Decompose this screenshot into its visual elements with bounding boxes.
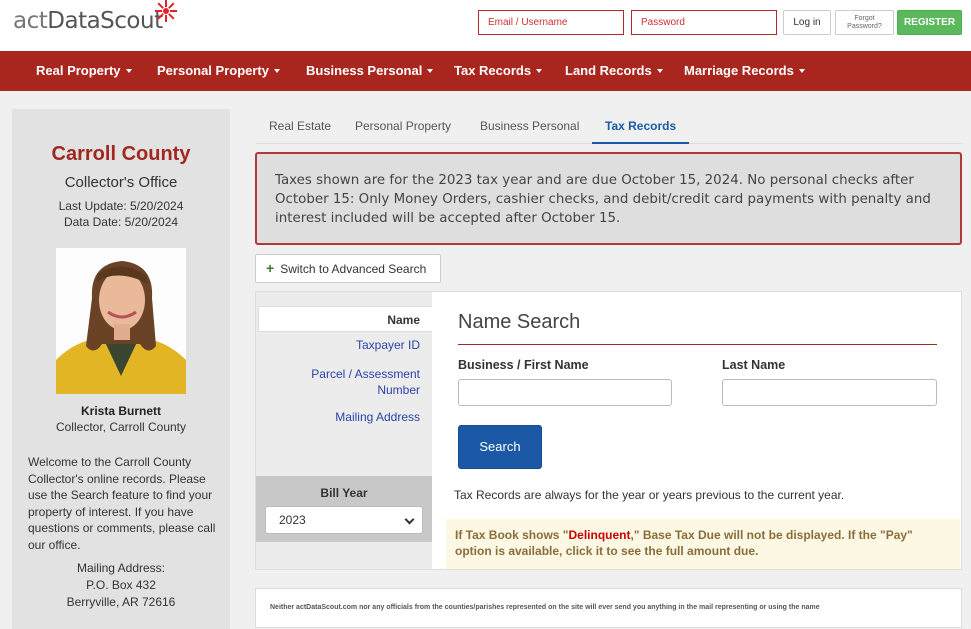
tab-tax-records[interactable]: Tax Records	[592, 111, 690, 144]
collector-name: Krista Burnett	[80, 404, 161, 418]
mailing-address-label: Mailing Address:	[76, 561, 166, 575]
caret-down-icon	[536, 69, 543, 73]
register-button[interactable]: REGISTER	[897, 10, 962, 35]
login-button[interactable]: Log in	[783, 10, 831, 35]
data-date: Data Date: 5/20/2024	[63, 215, 179, 229]
tab-business-personal[interactable]: Business Personal	[467, 111, 592, 144]
plus-icon: +	[266, 260, 275, 276]
welcome-text: Welcome to the Carroll County Collector'…	[28, 455, 216, 552]
mailing-po-box: P.O. Box 432	[86, 578, 156, 592]
search-panel: Name Taxpayer ID Parcel / Assessment Num…	[255, 291, 962, 570]
nav-land-records[interactable]: Land Records	[565, 51, 663, 91]
first-name-input[interactable]	[458, 379, 672, 406]
office-name: Collector's Office	[64, 174, 178, 191]
advanced-search-button[interactable]: + Switch to Advanced Search	[255, 254, 441, 283]
email-username-input[interactable]: Email / Username	[478, 10, 624, 35]
county-sidebar: Carroll County Collector's Office Last U…	[12, 109, 230, 629]
password-input[interactable]: Password	[631, 10, 777, 35]
nav-real-property[interactable]: Real Property	[36, 51, 132, 91]
search-nav-parcel-number[interactable]: Parcel / Assessment Number	[282, 366, 432, 398]
tab-real-estate[interactable]: Real Estate	[256, 111, 344, 144]
collector-title: Collector, Carroll County	[55, 420, 187, 434]
nav-personal-property[interactable]: Personal Property	[157, 51, 280, 91]
mailing-city: Berryville, AR 72616	[66, 595, 176, 609]
chevron-down-icon	[404, 514, 415, 525]
caret-down-icon	[274, 69, 280, 73]
last-name-input[interactable]	[722, 379, 937, 406]
search-nav-name[interactable]: Name	[258, 306, 432, 332]
search-nav-mailing-address[interactable]: Mailing Address	[258, 410, 432, 424]
record-type-tabs: Real Estate Personal Property Business P…	[256, 111, 962, 144]
tax-notice-alert: Taxes shown are for the 2023 tax year an…	[255, 152, 962, 245]
bill-year-select[interactable]: 2023	[265, 506, 423, 534]
form-title: Name Search	[458, 311, 581, 333]
county-name: Carroll County	[51, 143, 191, 165]
search-button[interactable]: Search	[458, 425, 542, 469]
site-logo[interactable]: actDataScout	[13, 8, 163, 34]
footer-disclaimer: Neither actDataScout.com nor any officia…	[255, 588, 962, 628]
bill-year-box: Bill Year 2023	[256, 476, 432, 542]
search-type-nav: Name Taxpayer ID Parcel / Assessment Num…	[256, 292, 432, 569]
caret-down-icon	[125, 69, 132, 73]
tab-personal-property[interactable]: Personal Property	[342, 111, 464, 144]
bill-year-label: Bill Year	[320, 486, 368, 500]
nav-tax-records[interactable]: Tax Records	[454, 51, 543, 91]
collector-photo	[56, 248, 186, 394]
last-name-label: Last Name	[722, 358, 786, 372]
caret-down-icon	[656, 69, 663, 73]
caret-down-icon	[427, 69, 434, 73]
logo-starburst-icon	[155, 0, 177, 22]
nav-business-personal[interactable]: Business Personal	[306, 51, 434, 91]
delinquent-warning: If Tax Book shows "Delinquent," Base Tax…	[446, 519, 960, 569]
main-navigation: Real Property Personal Property Business…	[0, 51, 971, 91]
nav-marriage-records[interactable]: Marriage Records	[684, 51, 805, 91]
top-header: actDataScout Email / Username Password L…	[0, 0, 971, 51]
search-nav-taxpayer-id[interactable]: Taxpayer ID	[258, 338, 432, 352]
name-search-form: Name Search Business / First Name Last N…	[433, 292, 961, 569]
first-name-label: Business / First Name	[458, 358, 589, 372]
forgot-password-button[interactable]: Forgot Password?	[835, 10, 894, 35]
tax-records-note: Tax Records are always for the year or y…	[454, 488, 845, 502]
title-divider	[458, 344, 937, 345]
caret-down-icon	[798, 69, 805, 73]
last-update: Last Update: 5/20/2024	[58, 199, 184, 213]
